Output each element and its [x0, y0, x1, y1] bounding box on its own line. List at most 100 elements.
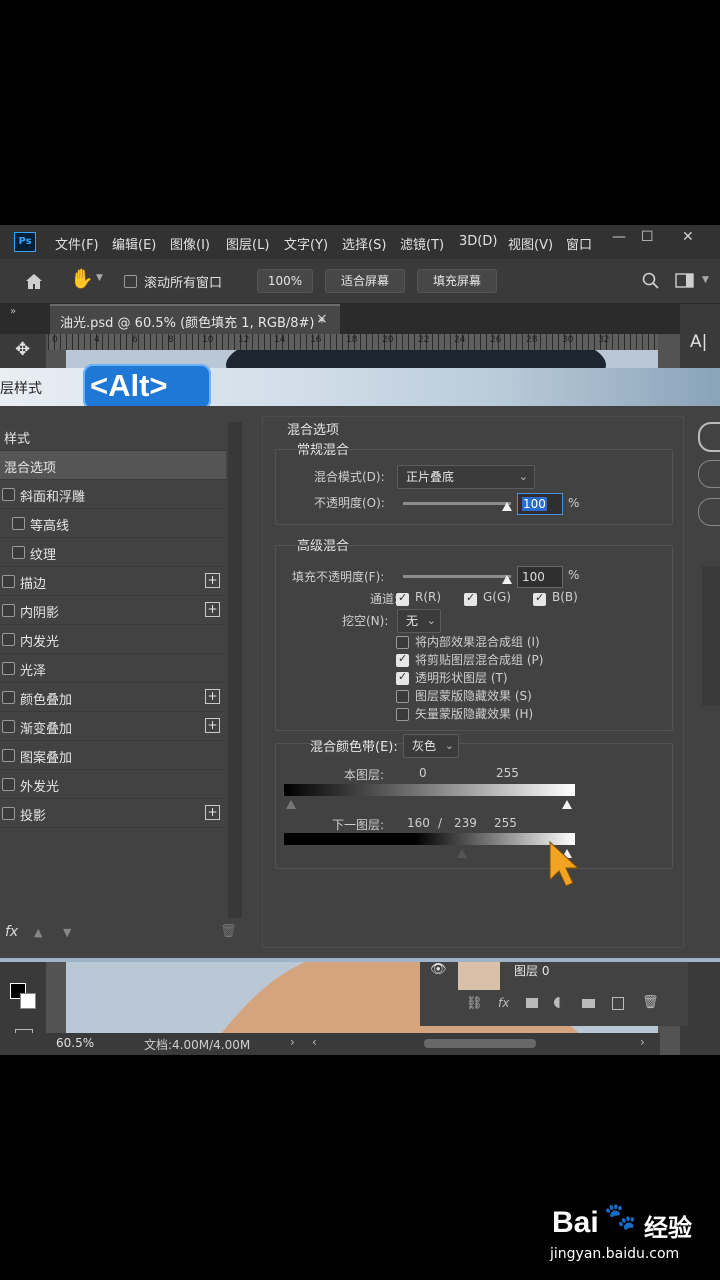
maximize-icon[interactable]: ☐ [641, 229, 654, 245]
style-item-satin[interactable]: 光泽 [0, 654, 226, 683]
chevron-right-icon[interactable]: › [640, 1035, 645, 1049]
style-item-texture[interactable]: 纹理 [0, 538, 226, 567]
layer-mask-hides-checkbox[interactable] [396, 690, 409, 703]
horizontal-scrollbar[interactable] [424, 1039, 536, 1048]
move-down-icon[interactable]: ▼ [63, 926, 71, 939]
eye-icon[interactable]: 👁 [430, 962, 447, 977]
style-item-inner-shadow[interactable]: 内阴影 + [0, 596, 226, 625]
style-checkbox[interactable] [2, 575, 15, 588]
zoom-100-button[interactable]: 100% [257, 269, 313, 293]
expand-arrows-icon[interactable]: » [10, 306, 16, 317]
new-style-button[interactable] [698, 498, 720, 526]
status-zoom[interactable]: 60.5% [56, 1036, 94, 1050]
fill-screen-button[interactable]: 填充屏幕 [417, 269, 497, 293]
style-checkbox[interactable] [2, 778, 15, 791]
minimize-icon[interactable]: — [612, 229, 626, 245]
opacity-slider-track[interactable] [403, 502, 511, 505]
chevron-down-icon[interactable]: ▼ [702, 275, 709, 285]
vector-mask-hides-checkbox[interactable] [396, 708, 409, 721]
move-tool-icon[interactable]: ✥ [15, 339, 30, 360]
dialog-title-bar[interactable]: 层样式 <Alt> [0, 364, 720, 410]
close-window-icon[interactable]: ✕ [682, 229, 694, 245]
style-item-blending-options[interactable]: 混合选项 [0, 451, 226, 480]
trash-icon[interactable]: 🗑 [642, 995, 659, 1010]
transparency-shapes-checkbox[interactable] [396, 670, 409, 685]
background-color-swatch[interactable] [20, 993, 36, 1009]
chevron-left-icon[interactable]: ‹ [312, 1035, 317, 1049]
add-effect-icon[interactable]: + [205, 573, 220, 588]
document-tab[interactable]: 油光.psd @ 60.5% (颜色填充 1, RGB/8#) * × [50, 304, 340, 334]
style-item-pattern-overlay[interactable]: 图案叠加 [0, 741, 226, 770]
fit-screen-button[interactable]: 适合屏幕 [325, 269, 405, 293]
style-checkbox[interactable] [2, 720, 15, 733]
menu-window[interactable]: 窗口 [566, 234, 592, 253]
folder-icon[interactable] [582, 999, 595, 1008]
opacity-input[interactable]: 100 [517, 493, 563, 515]
style-item-outer-glow[interactable]: 外发光 [0, 770, 226, 799]
adjustment-icon[interactable] [554, 997, 565, 1008]
opacity-slider-thumb[interactable] [502, 502, 512, 511]
this-layer-gradient[interactable] [284, 784, 575, 796]
link-icon[interactable]: ⛓ [466, 996, 483, 1011]
style-item-gradient-overlay[interactable]: 渐变叠加 + [0, 712, 226, 741]
channel-b-checkbox[interactable] [533, 591, 546, 606]
add-effect-icon[interactable]: + [205, 718, 220, 733]
add-effect-icon[interactable]: + [205, 602, 220, 617]
chevron-down-icon[interactable]: ▼ [96, 273, 103, 283]
style-item-stroke[interactable]: 描边 + [0, 567, 226, 596]
knockout-select[interactable]: 无 ⌄ [397, 609, 441, 633]
menu-type[interactable]: 文字(Y) [284, 234, 328, 253]
menu-view[interactable]: 视图(V) [508, 234, 553, 253]
new-layer-icon[interactable] [612, 997, 624, 1010]
blend-clipped-layers-checkbox[interactable] [396, 652, 409, 667]
character-panel-icon[interactable]: A| [690, 332, 707, 352]
tab-close-icon[interactable]: × [316, 311, 328, 327]
fx-icon[interactable]: fx [498, 996, 509, 1010]
style-checkbox[interactable] [12, 546, 25, 559]
channel-g-checkbox[interactable] [464, 591, 477, 606]
hand-icon[interactable]: ✋ [70, 267, 94, 290]
style-list-header[interactable]: 样式 [0, 422, 226, 451]
add-effect-icon[interactable]: + [205, 805, 220, 820]
menu-3d[interactable]: 3D(D) [459, 234, 497, 249]
style-checkbox[interactable] [2, 691, 15, 704]
blend-if-select[interactable]: 灰色 ⌄ [403, 734, 459, 758]
style-item-bevel-emboss[interactable]: 斜面和浮雕 [0, 480, 226, 509]
style-checkbox[interactable] [2, 604, 15, 617]
menu-layer[interactable]: 图层(L) [226, 234, 269, 253]
this-layer-black-slider[interactable] [286, 800, 296, 809]
home-icon[interactable] [24, 272, 44, 290]
this-layer-white-slider[interactable] [562, 800, 572, 809]
fill-opacity-slider-track[interactable] [403, 575, 511, 578]
mask-icon[interactable] [526, 998, 538, 1008]
fill-opacity-input[interactable]: 100 [517, 566, 563, 588]
trash-icon[interactable]: 🗑 [220, 924, 237, 939]
scroll-all-checkbox[interactable] [124, 275, 137, 288]
menu-edit[interactable]: 编辑(E) [112, 234, 156, 253]
style-item-color-overlay[interactable]: 颜色叠加 + [0, 683, 226, 712]
style-item-contour[interactable]: 等高线 [0, 509, 226, 538]
channel-r-checkbox[interactable] [396, 591, 409, 606]
menu-select[interactable]: 选择(S) [342, 234, 386, 253]
add-effect-icon[interactable]: + [205, 689, 220, 704]
style-item-inner-glow[interactable]: 内发光 [0, 625, 226, 654]
underlying-gradient[interactable] [284, 833, 575, 845]
workspace-icon[interactable] [675, 273, 695, 289]
fx-icon[interactable]: fx [5, 924, 18, 940]
layer-name[interactable]: 图层 0 [514, 962, 549, 979]
style-checkbox[interactable] [2, 662, 15, 675]
ok-button[interactable] [698, 422, 720, 452]
style-checkbox[interactable] [2, 633, 15, 646]
move-up-icon[interactable]: ▲ [34, 926, 42, 939]
style-checkbox[interactable] [12, 517, 25, 530]
style-checkbox[interactable] [2, 807, 15, 820]
blend-interior-effects-checkbox[interactable] [396, 636, 409, 649]
style-item-drop-shadow[interactable]: 投影 + [0, 799, 226, 828]
menu-file[interactable]: 文件(F) [55, 234, 99, 253]
search-icon[interactable] [642, 272, 660, 290]
style-checkbox[interactable] [2, 749, 15, 762]
style-list-scrollbar[interactable] [228, 422, 242, 918]
menu-image[interactable]: 图像(I) [170, 234, 210, 253]
chevron-right-icon[interactable]: › [290, 1035, 295, 1049]
blend-mode-select[interactable]: 正片叠底 ⌄ [397, 465, 535, 489]
